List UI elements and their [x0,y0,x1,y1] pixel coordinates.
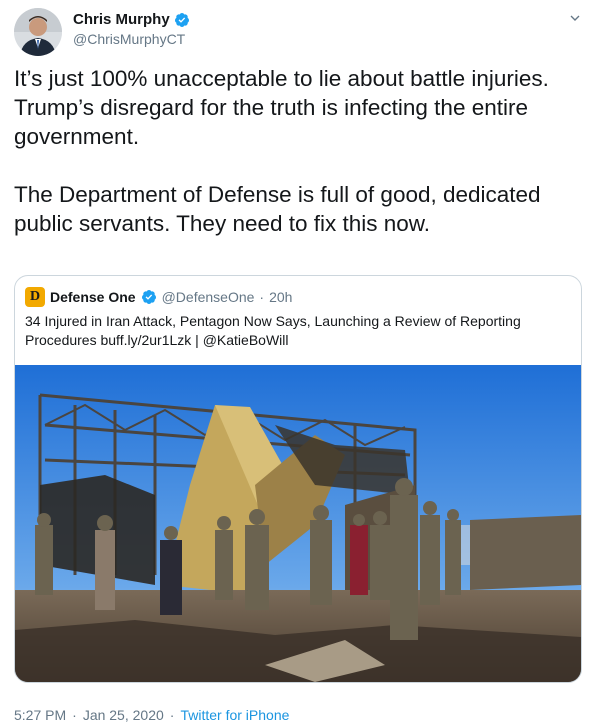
author-avatar[interactable] [14,8,62,56]
separator-dot: · [169,707,175,723]
tweet-source[interactable]: Twitter for iPhone [180,707,289,723]
quoted-author-name[interactable]: Defense One [50,289,136,305]
damaged-structure-photo[interactable] [15,365,581,682]
defense-one-logo: D [25,287,45,307]
quoted-tweet-text: 34 Injured in Iran Attack, Pentagon Now … [25,313,521,348]
chevron-down-icon[interactable] [567,10,583,26]
author-handle[interactable]: @ChrisMurphyCT [73,31,185,47]
separator-dot: · [72,707,77,723]
tweet-time[interactable]: 5:27 PM [14,707,66,723]
verified-badge-icon [174,12,189,27]
separator-dot: · [259,289,265,305]
author-name[interactable]: Chris Murphy [73,11,190,28]
person-avatar-icon [14,8,62,56]
tweet-text: It’s just 100% unacceptable to lie about… [14,66,549,236]
quoted-tweet-header: D Defense One @DefenseOne · 20h [25,287,292,307]
quoted-tweet[interactable]: D Defense One @DefenseOne · 20h 34 Injur… [14,275,582,683]
quoted-timestamp[interactable]: 20h [269,289,292,305]
author-name-text: Chris Murphy [73,11,170,28]
quoted-author-handle[interactable]: @DefenseOne [162,289,255,305]
tweet-footer: 5:27 PM · Jan 25, 2020 · Twitter for iPh… [14,707,289,723]
verified-badge-icon [141,290,156,304]
tweet-date[interactable]: Jan 25, 2020 [83,707,164,723]
